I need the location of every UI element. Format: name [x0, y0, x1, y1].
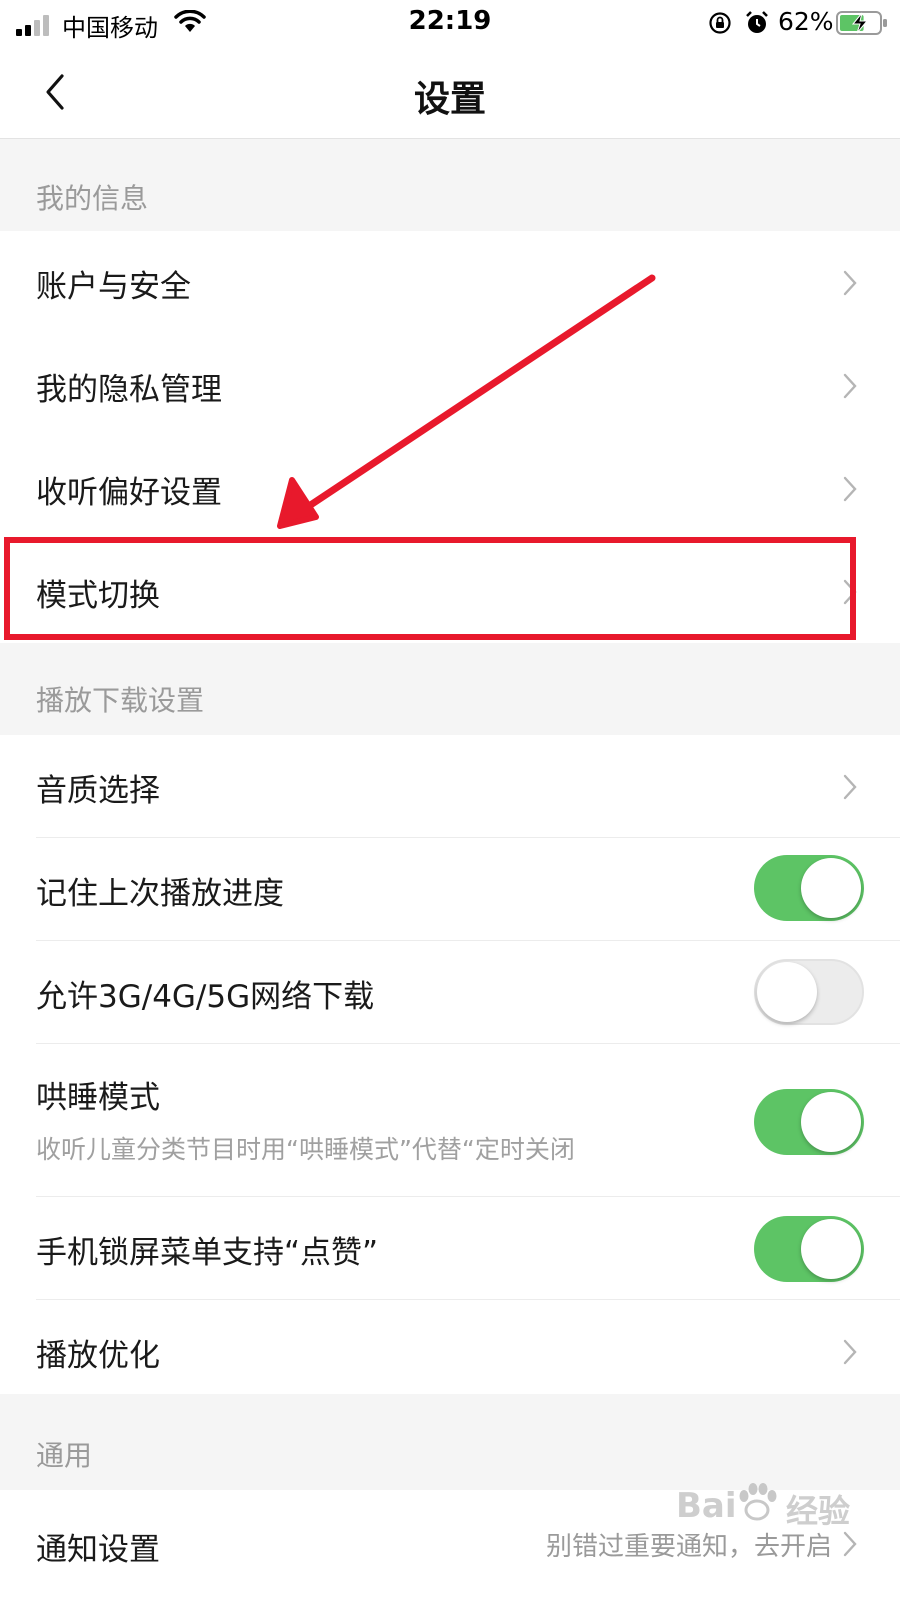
row-label: 账户与安全 [36, 269, 191, 305]
rotation-lock-icon [709, 12, 731, 34]
alarm-icon [746, 11, 768, 33]
toggle-knob [757, 962, 817, 1022]
settings-row-playback-optimization[interactable]: 播放优化 [0, 1300, 900, 1403]
paw-icon [739, 1483, 777, 1521]
chevron-right-icon[interactable] [842, 372, 858, 400]
battery-charging-icon [836, 11, 887, 35]
row-label: 哄睡模式 [36, 1080, 160, 1116]
watermark-text-left: Bai [676, 1486, 737, 1526]
chevron-right-icon[interactable] [842, 475, 858, 503]
group-playback: 音质选择 记住上次播放进度 允许3G/4G/5G网络下载 哄睡模式 收听儿童分类… [0, 735, 900, 1403]
group-my-info: 账户与安全 我的隐私管理 收听偏好设置 模式切换 [0, 231, 900, 643]
sleep-mode-toggle[interactable] [754, 1089, 864, 1155]
row-label: 手机锁屏菜单支持“点赞” [36, 1235, 379, 1271]
watermark: Bai 经验 [676, 1478, 876, 1538]
toggle-knob [801, 1092, 861, 1152]
row-subtitle: 收听儿童分类节目时用“哄睡模式”代替“定时关闭 [36, 1135, 575, 1164]
page-title: 设置 [413, 79, 486, 120]
settings-row-remember-progress: 记住上次播放进度 [0, 838, 900, 941]
chevron-right-icon[interactable] [842, 1338, 858, 1366]
watermark-text-right: 经验 [786, 1492, 851, 1530]
settings-row-mode-switch[interactable]: 模式切换 [0, 540, 900, 643]
row-label: 播放优化 [36, 1338, 160, 1374]
remember-progress-toggle[interactable] [754, 855, 864, 921]
nav-bar: 设置 [0, 46, 900, 139]
chevron-right-icon[interactable] [842, 269, 858, 297]
settings-row-mobile-download: 允许3G/4G/5G网络下载 [0, 941, 900, 1044]
row-label: 模式切换 [36, 578, 160, 614]
lockscreen-like-toggle[interactable] [754, 1216, 864, 1282]
toggle-knob [801, 858, 861, 918]
section-header-playback: 播放下载设置 [0, 643, 900, 735]
status-bar: 中国移动 22:19 62% [0, 0, 900, 46]
row-label: 音质选择 [36, 773, 160, 809]
row-label: 允许3G/4G/5G网络下载 [36, 979, 375, 1015]
toggle-knob [801, 1219, 861, 1279]
settings-row-account-security[interactable]: 账户与安全 [0, 231, 900, 334]
chevron-right-icon[interactable] [842, 773, 858, 801]
row-label: 记住上次播放进度 [36, 876, 284, 912]
row-label: 我的隐私管理 [36, 372, 222, 408]
chevron-right-icon[interactable] [842, 578, 858, 606]
settings-row-lockscreen-like: 手机锁屏菜单支持“点赞” [0, 1197, 900, 1300]
settings-row-listening-preferences[interactable]: 收听偏好设置 [0, 437, 900, 540]
section-header-my-info: 我的信息 [0, 139, 900, 231]
settings-row-sleep-mode: 哄睡模式 收听儿童分类节目时用“哄睡模式”代替“定时关闭 [0, 1044, 900, 1197]
row-label: 通知设置 [36, 1532, 160, 1568]
row-label: 收听偏好设置 [36, 475, 222, 511]
settings-row-privacy[interactable]: 我的隐私管理 [0, 334, 900, 437]
battery-percent: 62% [778, 7, 834, 36]
mobile-download-toggle[interactable] [754, 959, 864, 1025]
settings-row-audio-quality[interactable]: 音质选择 [0, 735, 900, 838]
section-header-general: 通用 [0, 1394, 900, 1490]
